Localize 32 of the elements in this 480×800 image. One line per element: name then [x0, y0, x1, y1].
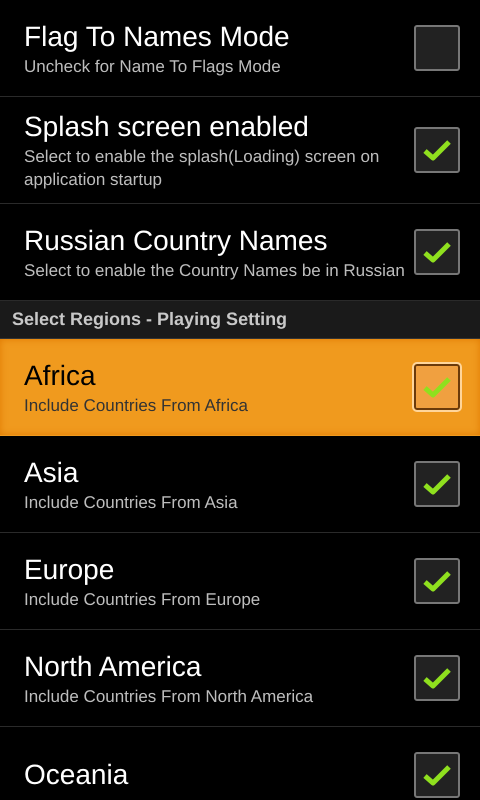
- checkbox[interactable]: [414, 364, 460, 410]
- checkmark-icon: [422, 138, 452, 162]
- checkbox[interactable]: [414, 752, 460, 798]
- preference-row[interactable]: Africa Include Countries From Africa: [0, 339, 480, 436]
- checkbox[interactable]: [414, 127, 460, 173]
- preference-summary: Include Countries From North America: [24, 686, 314, 708]
- checkbox[interactable]: [414, 25, 460, 71]
- checkmark-icon: [422, 472, 452, 496]
- preference-title: Splash screen enabled: [24, 110, 310, 144]
- preference-title: Asia: [24, 456, 80, 490]
- checkmark-icon: [422, 763, 452, 787]
- checkbox[interactable]: [414, 229, 460, 275]
- preference-title: Oceania: [24, 758, 130, 792]
- preference-summary: Include Countries From Africa: [24, 394, 249, 416]
- checkmark-icon: [422, 240, 452, 264]
- preference-title: Russian Country Names: [24, 224, 328, 258]
- checkbox[interactable]: [414, 655, 460, 701]
- checkmark-icon: [422, 375, 452, 399]
- checkbox[interactable]: [414, 558, 460, 604]
- preference-title: Flag To Names Mode: [24, 20, 291, 54]
- preference-summary: Uncheck for Name To Flags Mode: [24, 56, 282, 78]
- category-header: Select Regions - Playing Setting: [0, 301, 480, 339]
- preference-summary: Select to enable the splash(Loading) screen on application startup: [24, 146, 380, 191]
- preference-title: Africa: [24, 358, 97, 392]
- preference-summary: Include Countries From Asia: [24, 492, 239, 514]
- preference-summary: Select to enable the Country Names be in Russian: [24, 260, 406, 282]
- preference-summary: Include Countries From Europe: [24, 588, 262, 610]
- preference-title: Europe: [24, 552, 116, 587]
- checkbox[interactable]: [414, 461, 460, 507]
- checkmark-icon: [422, 666, 452, 690]
- checkmark-icon: [422, 569, 452, 593]
- preference-title: North America: [24, 650, 202, 684]
